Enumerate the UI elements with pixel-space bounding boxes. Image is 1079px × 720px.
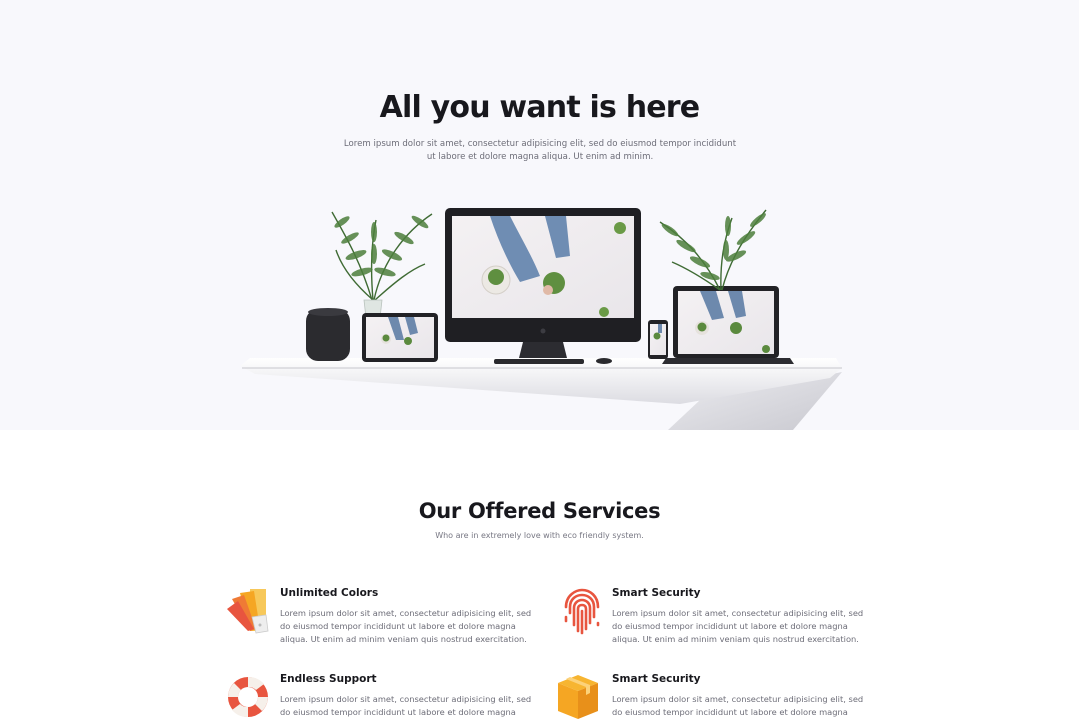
lifebuoy-icon <box>228 676 268 718</box>
service-description: Lorem ipsum dolor sit amet, consectetur … <box>280 694 532 717</box>
devices-desk-illustration <box>240 208 842 430</box>
service-title: Smart Security <box>612 673 701 685</box>
plant-left <box>331 211 433 301</box>
box-icon <box>558 675 598 719</box>
fingerprint-icon <box>564 588 600 635</box>
hero-section: All you want is here Lorem ipsum dolor s… <box>0 0 1079 430</box>
hero-title: All you want is here <box>379 90 701 125</box>
service-description: Lorem ipsum dolor sit amet, consectetur … <box>612 608 864 644</box>
service-title: Smart Security <box>612 587 701 599</box>
hero-description: Lorem ipsum dolor sit amet, consectetur … <box>343 139 737 162</box>
service-title: Endless Support <box>280 673 377 685</box>
color-palette-icon <box>227 589 269 634</box>
services-title: Our Offered Services <box>418 499 661 523</box>
service-description: Lorem ipsum dolor sit amet, consectetur … <box>280 608 532 644</box>
services-subtitle: Who are in extremely love with eco frien… <box>435 531 644 540</box>
service-description: Lorem ipsum dolor sit amet, consectetur … <box>612 694 864 717</box>
service-title: Unlimited Colors <box>280 587 379 599</box>
services-section: Our Offered Services Who are in extremel… <box>0 430 1079 720</box>
